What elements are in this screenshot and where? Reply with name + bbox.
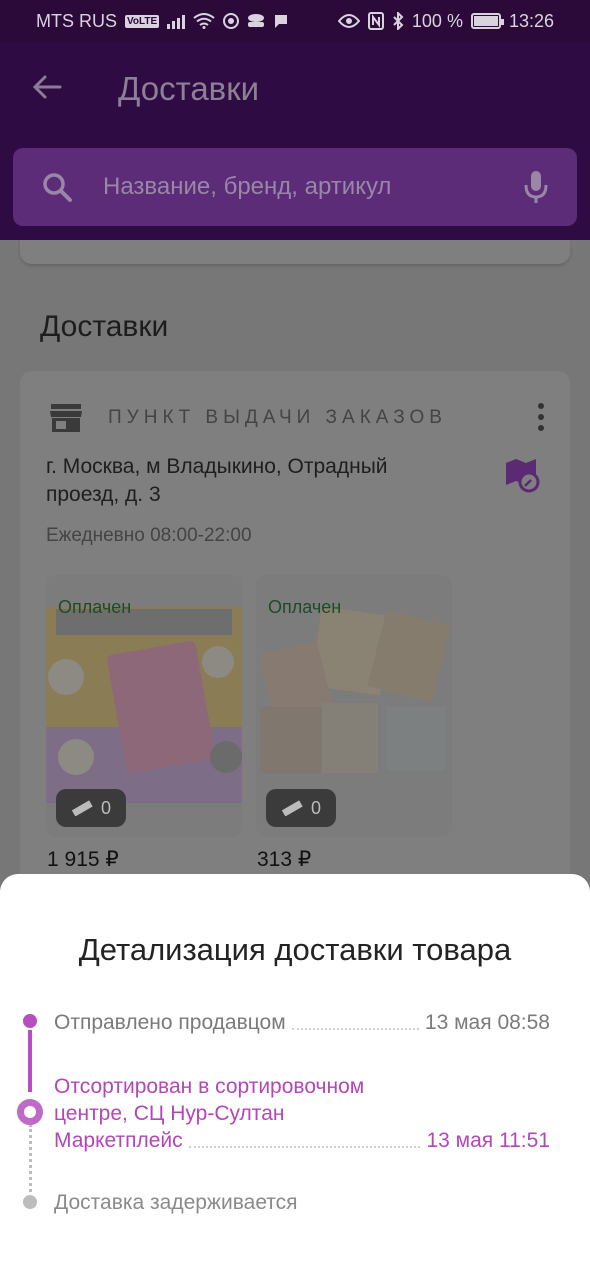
previous-card <box>20 240 570 264</box>
event-name-line3: Маркетплейс <box>54 1129 183 1152</box>
timeline-dot-pending <box>23 1195 37 1209</box>
event-time: 13 мая 11:51 <box>426 1129 550 1152</box>
product-image-stickers <box>256 607 452 803</box>
sheet-title: Детализация доставки товара <box>78 932 512 967</box>
clock: 13:26 <box>508 10 554 31</box>
signal-icon <box>167 13 186 29</box>
pickup-address: г. Москва, м Владыкино, Отрадный проезд,… <box>46 455 388 506</box>
nfc-icon <box>367 12 384 30</box>
bluetooth-icon <box>393 12 404 30</box>
volte-badge: VoLTE <box>125 14 160 28</box>
measure-badge: 0 <box>266 789 336 827</box>
payment-status: Оплачен <box>268 597 342 617</box>
timeline-event-pending: Доставка задерживается <box>54 1189 550 1216</box>
search-bar[interactable]: Название, бренд, артикул <box>13 148 577 226</box>
payment-status: Оплачен <box>58 597 132 617</box>
app-header: Доставки Название, бренд, артикул <box>0 42 590 240</box>
product-item[interactable]: Оплачен 0 <box>256 575 452 837</box>
page-title: Доставки <box>118 70 260 107</box>
product-image-diary <box>46 607 242 803</box>
search-icon <box>43 173 72 202</box>
carrier-label: MTS RUS <box>36 10 117 31</box>
battery-percent: 100 % <box>411 10 463 31</box>
battery-icon <box>470 13 504 29</box>
timeline-event: Отправлено продавцом 13 мая 08:58 <box>54 1009 550 1036</box>
product-price: 1 915 ₽ <box>47 848 119 871</box>
burger-app-icon <box>248 14 265 27</box>
section-title: Доставки <box>40 310 169 343</box>
search-input[interactable]: Название, бренд, артикул <box>103 173 523 201</box>
measure-count: 0 <box>100 797 111 818</box>
timeline-event-current: Отсортирован в сортировочном центре, СЦ … <box>54 1073 550 1154</box>
chat-icon <box>275 15 288 28</box>
measure-count: 0 <box>310 797 321 818</box>
back-arrow-icon[interactable] <box>30 70 64 104</box>
product-price: 313 ₽ <box>257 848 312 871</box>
status-bar: MTS RUS VoLTE 100 % 13:26 <box>0 0 590 42</box>
pickup-point-label: ПУНКТ ВЫДАЧИ ЗАКАЗОВ <box>108 407 447 428</box>
timeline-pending-line <box>29 1124 32 1192</box>
event-time: 13 мая 08:58 <box>424 1011 550 1034</box>
eye-icon <box>337 14 360 28</box>
dotted-leader <box>291 1028 419 1030</box>
event-name: Отправлено продавцом <box>54 1011 286 1034</box>
event-name-line1: Отсортирован в сортировочном <box>54 1075 365 1098</box>
dotted-leader <box>188 1146 421 1148</box>
measure-badge: 0 <box>56 789 126 827</box>
ruler-icon <box>71 800 93 816</box>
ruler-icon <box>281 800 303 816</box>
microphone-icon[interactable] <box>523 170 549 204</box>
more-menu-icon[interactable] <box>538 403 544 431</box>
delivery-details-sheet: Детализация доставки товара Отправлено п… <box>0 874 590 1280</box>
store-icon <box>50 404 82 432</box>
timeline-dot-current <box>17 1099 43 1125</box>
app-notification-icon <box>223 13 240 29</box>
event-name-line2: центре, СЦ Нур-Султан <box>54 1102 285 1125</box>
working-hours: Ежедневно 08:00-22:00 <box>46 525 252 546</box>
timeline-line <box>28 1030 32 1092</box>
event-name: Доставка задерживается <box>54 1191 298 1214</box>
product-item[interactable]: Оплачен 0 <box>46 575 242 837</box>
wifi-icon <box>193 13 215 29</box>
map-route-icon[interactable] <box>504 457 540 493</box>
timeline-dot-done <box>23 1014 37 1028</box>
